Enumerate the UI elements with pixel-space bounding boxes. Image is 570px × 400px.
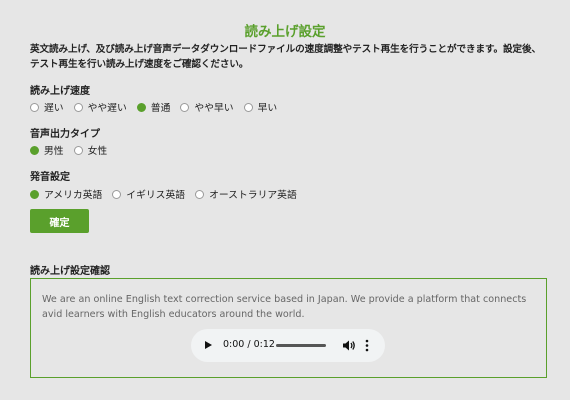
speed-radio-group: 遅い やや遅い 普通 やや早い 早い — [30, 100, 287, 114]
voice-option-0[interactable]: 男性 — [30, 143, 64, 157]
pronunciation-option-2[interactable]: オーストラリア英語 — [195, 187, 297, 201]
radio-icon[interactable] — [73, 145, 83, 155]
radio-selected-icon[interactable] — [30, 189, 39, 199]
more-options-icon[interactable] — [365, 339, 369, 352]
radio-icon[interactable] — [195, 189, 205, 199]
pronunciation-label: 発音設定 — [30, 172, 70, 183]
radio-selected-icon[interactable] — [30, 145, 39, 155]
playback-time: 0:00 / 0:12 — [223, 339, 275, 350]
radio-icon[interactable] — [243, 102, 253, 112]
voice-type-label: 音声出力タイプ — [30, 129, 100, 140]
voice-type-radio-group: 男性 女性 — [30, 143, 117, 157]
pronunciation-radio-group: アメリカ英語 イギリス英語 オーストラリア英語 — [30, 187, 307, 201]
radio-icon[interactable] — [73, 102, 83, 112]
audio-player: 0:00 / 0:12 — [191, 329, 385, 362]
radio-selected-icon[interactable] — [136, 102, 146, 112]
speed-option-0[interactable]: 遅い — [30, 100, 64, 114]
play-icon[interactable] — [205, 341, 212, 349]
pronunciation-option-1[interactable]: イギリス英語 — [112, 187, 185, 201]
speed-option-3[interactable]: やや早い — [180, 100, 234, 114]
page-description: 英文読み上げ、及び読み上げ音声データダウンロードファイルの速度調整やテスト再生を… — [30, 44, 542, 70]
page-title: 読み上げ設定 — [244, 24, 326, 40]
sample-text: We are an online English text correction… — [42, 294, 527, 320]
voice-option-1[interactable]: 女性 — [73, 143, 107, 157]
progress-track[interactable] — [276, 344, 326, 347]
confirm-button[interactable]: 確定 — [30, 209, 89, 233]
confirm-box: We are an online English text correction… — [30, 278, 547, 378]
speed-option-4[interactable]: 早い — [243, 100, 277, 114]
speed-option-2[interactable]: 普通 — [136, 100, 170, 114]
radio-icon[interactable] — [180, 102, 190, 112]
confirm-section-heading: 読み上げ設定確認 — [30, 266, 110, 277]
radio-icon[interactable] — [112, 189, 122, 199]
speed-option-1[interactable]: やや遅い — [73, 100, 127, 114]
pronunciation-option-0[interactable]: アメリカ英語 — [30, 187, 102, 201]
volume-icon[interactable] — [342, 339, 356, 352]
radio-icon[interactable] — [30, 102, 39, 112]
speed-label: 読み上げ速度 — [30, 86, 90, 97]
